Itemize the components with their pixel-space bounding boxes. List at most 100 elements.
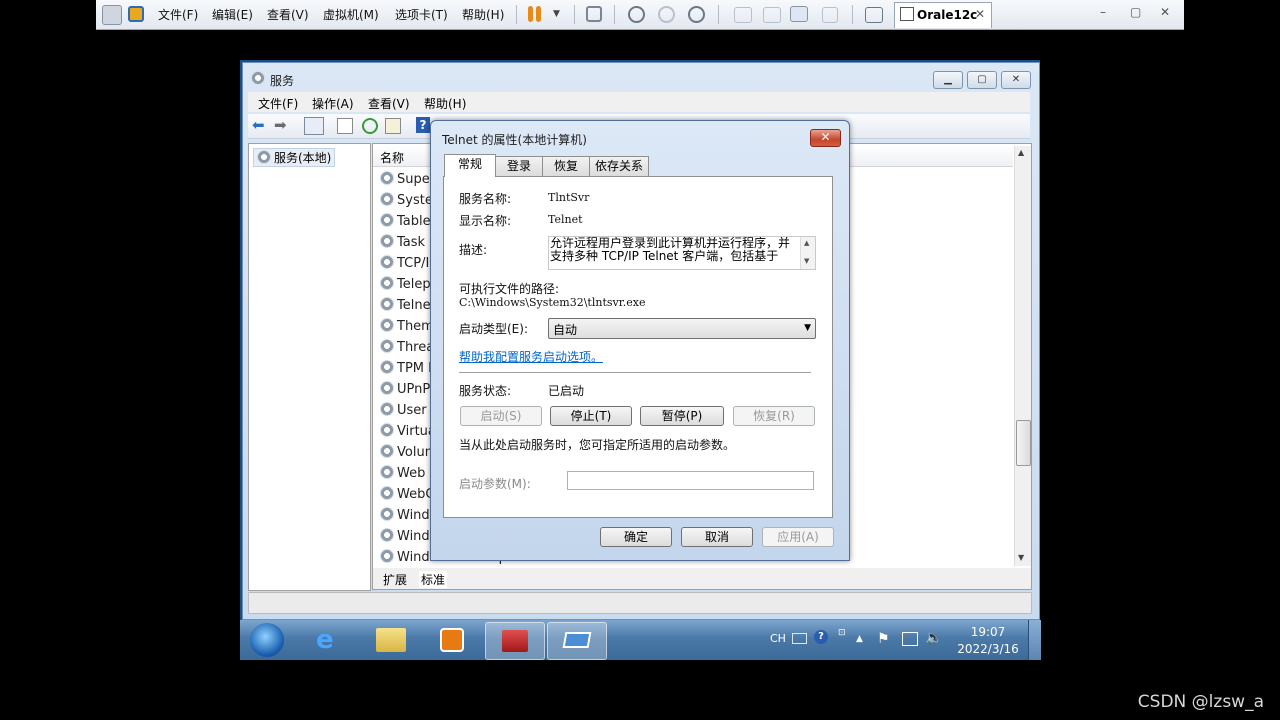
vm-menu-vm[interactable]: 虚拟机(M) bbox=[323, 6, 379, 23]
list-item[interactable]: Volum bbox=[380, 444, 437, 464]
service-icon bbox=[380, 234, 394, 248]
vm-menu-file[interactable]: 文件(F) bbox=[158, 6, 198, 23]
help-icon[interactable]: ? bbox=[814, 630, 828, 644]
vm-menu-tabs[interactable]: 选项卡(T) bbox=[395, 6, 448, 23]
list-item[interactable]: WebC bbox=[380, 486, 434, 506]
revert-snapshot-icon[interactable] bbox=[658, 6, 675, 23]
ime-options-icon[interactable]: ⊡ bbox=[838, 628, 846, 638]
taskbar-explorer[interactable] bbox=[362, 622, 420, 658]
pause-button[interactable]: 暂停(P) bbox=[640, 406, 724, 426]
description-scrollbar[interactable]: ▲ ▼ bbox=[800, 237, 815, 269]
refresh-icon[interactable] bbox=[362, 118, 378, 134]
tree-item-services-local[interactable]: 服务(本地) bbox=[253, 148, 336, 167]
list-item[interactable]: UPnP bbox=[380, 381, 430, 401]
chevron-down-icon[interactable]: ▼ bbox=[553, 9, 560, 19]
maximize-button[interactable]: ▢ bbox=[967, 71, 997, 89]
list-item[interactable]: TCP/II bbox=[380, 255, 433, 275]
dialog-close-button[interactable]: ✕ bbox=[810, 129, 841, 147]
scroll-down-icon[interactable]: ▼ bbox=[1018, 553, 1024, 562]
ok-button[interactable]: 确定 bbox=[600, 527, 672, 547]
properties-icon[interactable] bbox=[337, 118, 353, 134]
close-button[interactable]: ✕ bbox=[1001, 71, 1031, 89]
start-button[interactable] bbox=[250, 623, 284, 657]
back-arrow-icon[interactable]: ⬅ bbox=[252, 118, 265, 133]
show-hidden-icons-icon[interactable]: ▲ bbox=[856, 634, 863, 644]
scroll-up-icon[interactable]: ▲ bbox=[1018, 148, 1024, 157]
column-name-header[interactable]: 名称 bbox=[380, 149, 404, 166]
unity-icon[interactable] bbox=[822, 7, 838, 23]
snapshot-icon[interactable] bbox=[628, 6, 645, 23]
apply-button[interactable]: 应用(A) bbox=[762, 527, 834, 547]
network-icon[interactable] bbox=[586, 6, 602, 22]
list-item[interactable]: Virtua bbox=[380, 423, 436, 443]
scroll-down-icon[interactable]: ▼ bbox=[804, 257, 809, 265]
list-item[interactable]: TPM E bbox=[380, 360, 436, 380]
tab-standard[interactable]: 标准 bbox=[419, 571, 448, 588]
list-item[interactable]: Task S bbox=[380, 234, 437, 254]
console-tree-icon[interactable] bbox=[304, 117, 324, 135]
keyboard-icon[interactable] bbox=[792, 633, 807, 644]
vm-menu-edit[interactable]: 编辑(E) bbox=[212, 6, 253, 23]
minimize-button[interactable]: ▁ bbox=[933, 71, 963, 89]
tab-logon[interactable]: 登录 bbox=[495, 156, 543, 176]
start-params-input[interactable] bbox=[567, 471, 814, 490]
vm-menu-view[interactable]: 查看(V) bbox=[267, 6, 309, 23]
menu-view[interactable]: 查看(V) bbox=[368, 95, 410, 112]
menu-action[interactable]: 操作(A) bbox=[312, 95, 354, 112]
console-view-icon[interactable] bbox=[763, 7, 781, 23]
minimize-button[interactable]: – bbox=[1100, 5, 1106, 19]
snapshot-manager-icon[interactable] bbox=[688, 6, 705, 23]
list-item[interactable]: Telnet bbox=[380, 297, 436, 317]
scroll-thumb[interactable] bbox=[1016, 420, 1031, 466]
list-item[interactable]: Table bbox=[380, 213, 431, 233]
list-item[interactable]: Super bbox=[380, 171, 435, 191]
taskbar-server-manager[interactable] bbox=[485, 622, 545, 660]
tab-recovery[interactable]: 恢复 bbox=[542, 156, 590, 176]
tab-vm[interactable]: Orale12c ✕ bbox=[894, 2, 992, 28]
service-icon bbox=[380, 444, 394, 458]
tab-close-icon[interactable]: ✕ bbox=[975, 7, 985, 21]
menu-file[interactable]: 文件(F) bbox=[258, 95, 298, 112]
taskbar-ie[interactable]: e bbox=[302, 622, 360, 658]
menu-help[interactable]: 帮助(H) bbox=[424, 95, 466, 112]
list-item[interactable]: Windo bbox=[380, 507, 438, 527]
forward-arrow-icon[interactable]: ➡ bbox=[274, 118, 287, 133]
vm-menu-help[interactable]: 帮助(H) bbox=[462, 6, 504, 23]
list-item[interactable]: Windo bbox=[380, 528, 438, 548]
description-box[interactable]: 允许远程用户登录到此计算机并运行程序，并支持多种 TCP/IP Telnet 客… bbox=[548, 236, 816, 270]
taskbar bbox=[240, 620, 1040, 660]
resume-button[interactable]: 恢复(R) bbox=[733, 406, 815, 426]
list-item[interactable]: Threa bbox=[380, 339, 434, 359]
pause-icon[interactable] bbox=[528, 6, 533, 22]
cancel-button[interactable]: 取消 bbox=[681, 527, 753, 547]
clock[interactable]: 19:07 2022/3/16 bbox=[950, 624, 1026, 658]
startup-type-select[interactable]: 自动 ▼ bbox=[548, 318, 816, 339]
stop-button[interactable]: 停止(T) bbox=[550, 406, 632, 426]
close-button[interactable]: ✕ bbox=[1160, 5, 1170, 19]
list-item[interactable]: Them bbox=[380, 318, 434, 338]
volume-icon[interactable]: 🔈 bbox=[925, 630, 942, 646]
help-icon[interactable]: ? bbox=[416, 117, 430, 133]
tab-dependencies[interactable]: 依存关系 bbox=[589, 156, 649, 176]
pin-icon[interactable] bbox=[102, 5, 122, 25]
services-gear-icon bbox=[251, 71, 265, 85]
network-icon[interactable] bbox=[902, 632, 918, 646]
vmware-logo-icon[interactable] bbox=[128, 6, 144, 22]
tab-extended[interactable]: 扩展 bbox=[383, 571, 407, 588]
sidebar-view-icon[interactable] bbox=[734, 7, 752, 23]
help-configure-link[interactable]: 帮助我配置服务启动选项。 bbox=[459, 348, 603, 365]
scroll-up-icon[interactable]: ▲ bbox=[804, 239, 809, 247]
start-button[interactable]: 启动(S) bbox=[460, 406, 542, 426]
taskbar-media-player[interactable] bbox=[422, 622, 480, 658]
maximize-button[interactable]: ▢ bbox=[1130, 5, 1141, 19]
export-icon[interactable] bbox=[385, 118, 401, 134]
fullscreen-icon[interactable] bbox=[790, 6, 808, 22]
flag-icon[interactable]: ⚑ bbox=[877, 631, 890, 647]
taskbar-services[interactable] bbox=[547, 622, 607, 660]
language-indicator[interactable]: CH bbox=[770, 632, 786, 645]
tab-general[interactable]: 常规 bbox=[444, 154, 496, 177]
library-icon[interactable] bbox=[865, 7, 883, 23]
vertical-scrollbar[interactable]: ▲ ▼ bbox=[1014, 146, 1031, 566]
list-item[interactable]: Telep bbox=[380, 276, 431, 296]
show-desktop-button[interactable] bbox=[1028, 620, 1041, 660]
